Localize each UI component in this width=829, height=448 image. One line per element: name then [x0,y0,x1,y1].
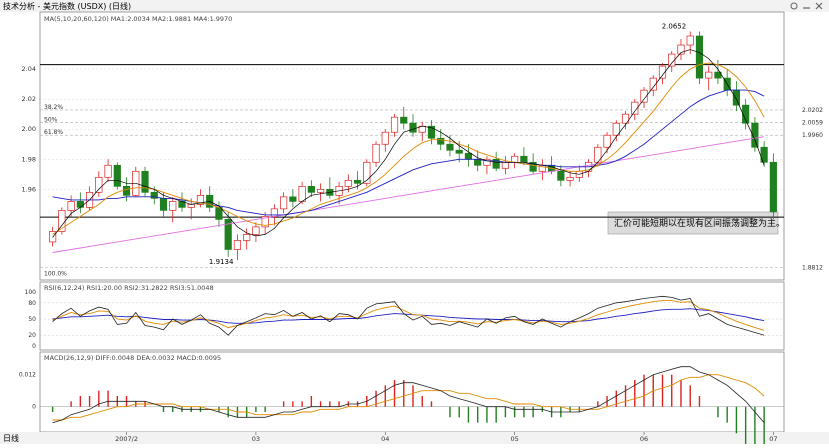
candle-body [298,185,306,202]
window-controls [790,2,823,10]
fib-label: 100.0% [44,270,67,277]
candle-body [141,170,149,193]
price-tick-label: 2.00 [22,125,36,133]
candle-body [76,201,84,208]
rsi-panel [39,281,785,351]
ma-legend: MA(5,10,20,60,120) MA1:2.0034 MA2:1.9881… [44,15,232,23]
candle-body [233,240,242,250]
candle-body [464,152,473,160]
rsi-tick-label: 0 [32,343,36,350]
candle-body [252,226,260,235]
candle-body [67,201,75,211]
candle-body [372,143,380,163]
rsi-legend: RSI(6,12,24) RSI1:20.00 RSI2:31.2822 RSI… [44,284,214,292]
candle-body [344,179,352,187]
rsi-tick-label: 20 [28,332,36,339]
candle-body [409,122,417,133]
candle-body [511,155,519,163]
candle-body [603,134,611,148]
candle-body [280,196,288,210]
candle-body [243,234,251,241]
price-tick-label: 2.02 [22,95,36,103]
candle-body [381,131,389,145]
candle-body [566,176,574,181]
fib-label: 61.8% [44,129,63,136]
candle-body [769,161,777,213]
candle-body [695,35,704,79]
candle-body [557,170,565,181]
candle-body [400,116,408,124]
candle-body [169,201,177,211]
period-label: 日线 [3,433,19,443]
macd-legend: MACD(26,12,9) DIFF:0.0048 DEA:0.0032 MAC… [44,354,221,362]
x-tick-label: 03 [252,435,260,443]
price-tick-label: 1.98 [22,155,36,163]
low-price-label: 1.9134 [209,258,234,266]
fib-label: 38.2% [44,104,63,111]
candle-body [705,71,713,79]
annotation-text: 汇价可能短期以在现有区间振荡调整为主。 [614,217,785,229]
candle-body [307,185,315,193]
fib-value-label: 1.8812 [802,264,823,271]
candle-body [520,155,528,163]
technical-chart: 技术分析 - 美元指数 (USDX) (日线) MA(5,10,20,60,12… [0,0,829,448]
candle-body [113,164,121,187]
chart-window: 技术分析 - 美元指数 (USDX) (日线) MA(5,10,20,60,12… [0,0,829,448]
price-panel [39,11,785,281]
x-tick-label: 04 [381,435,389,443]
macd-tick-label: 0.012 [19,372,36,379]
candle-body [474,158,482,166]
candle-body [594,146,602,163]
candle-body [95,176,103,193]
close-icon[interactable] [815,2,823,10]
candle-body [501,161,509,169]
candle-body [732,89,741,106]
fib-value-label: 2.0202 [802,107,823,114]
x-tick-label: 2007/2 [115,435,138,443]
candle-body [455,149,463,154]
candle-body [215,207,223,220]
fib-value-label: 2.0059 [802,119,823,126]
candle-body [437,137,445,145]
x-tick-label: 05 [511,435,519,443]
candle-body [122,185,131,196]
gear-icon[interactable] [790,2,798,10]
candle-body [187,204,195,208]
window-title: 技术分析 - 美元指数 (USDX) (日线) [3,1,131,11]
x-tick-label: 06 [640,435,648,443]
macd-tick-label: 0 [32,404,36,411]
candle-body [446,143,454,151]
rsi-tick-label: 50 [28,316,36,323]
fib-label: 50% [44,116,58,123]
candle-body [390,116,399,133]
high-price-label: 2.0652 [662,23,687,31]
candle-body [104,164,112,178]
x-tick-label: 07 [769,435,777,443]
candle-body [289,196,297,202]
candle-body [159,198,168,211]
candle-body [686,35,694,46]
rsi-tick-label: 100 [25,289,37,296]
price-tick-label: 2.04 [22,65,36,73]
fib-value-label: 1.9960 [802,132,823,139]
candle-body [353,179,362,184]
price-tick-label: 1.96 [22,185,36,193]
candle-body [317,188,325,193]
rsi-tick-label: 80 [28,300,36,307]
